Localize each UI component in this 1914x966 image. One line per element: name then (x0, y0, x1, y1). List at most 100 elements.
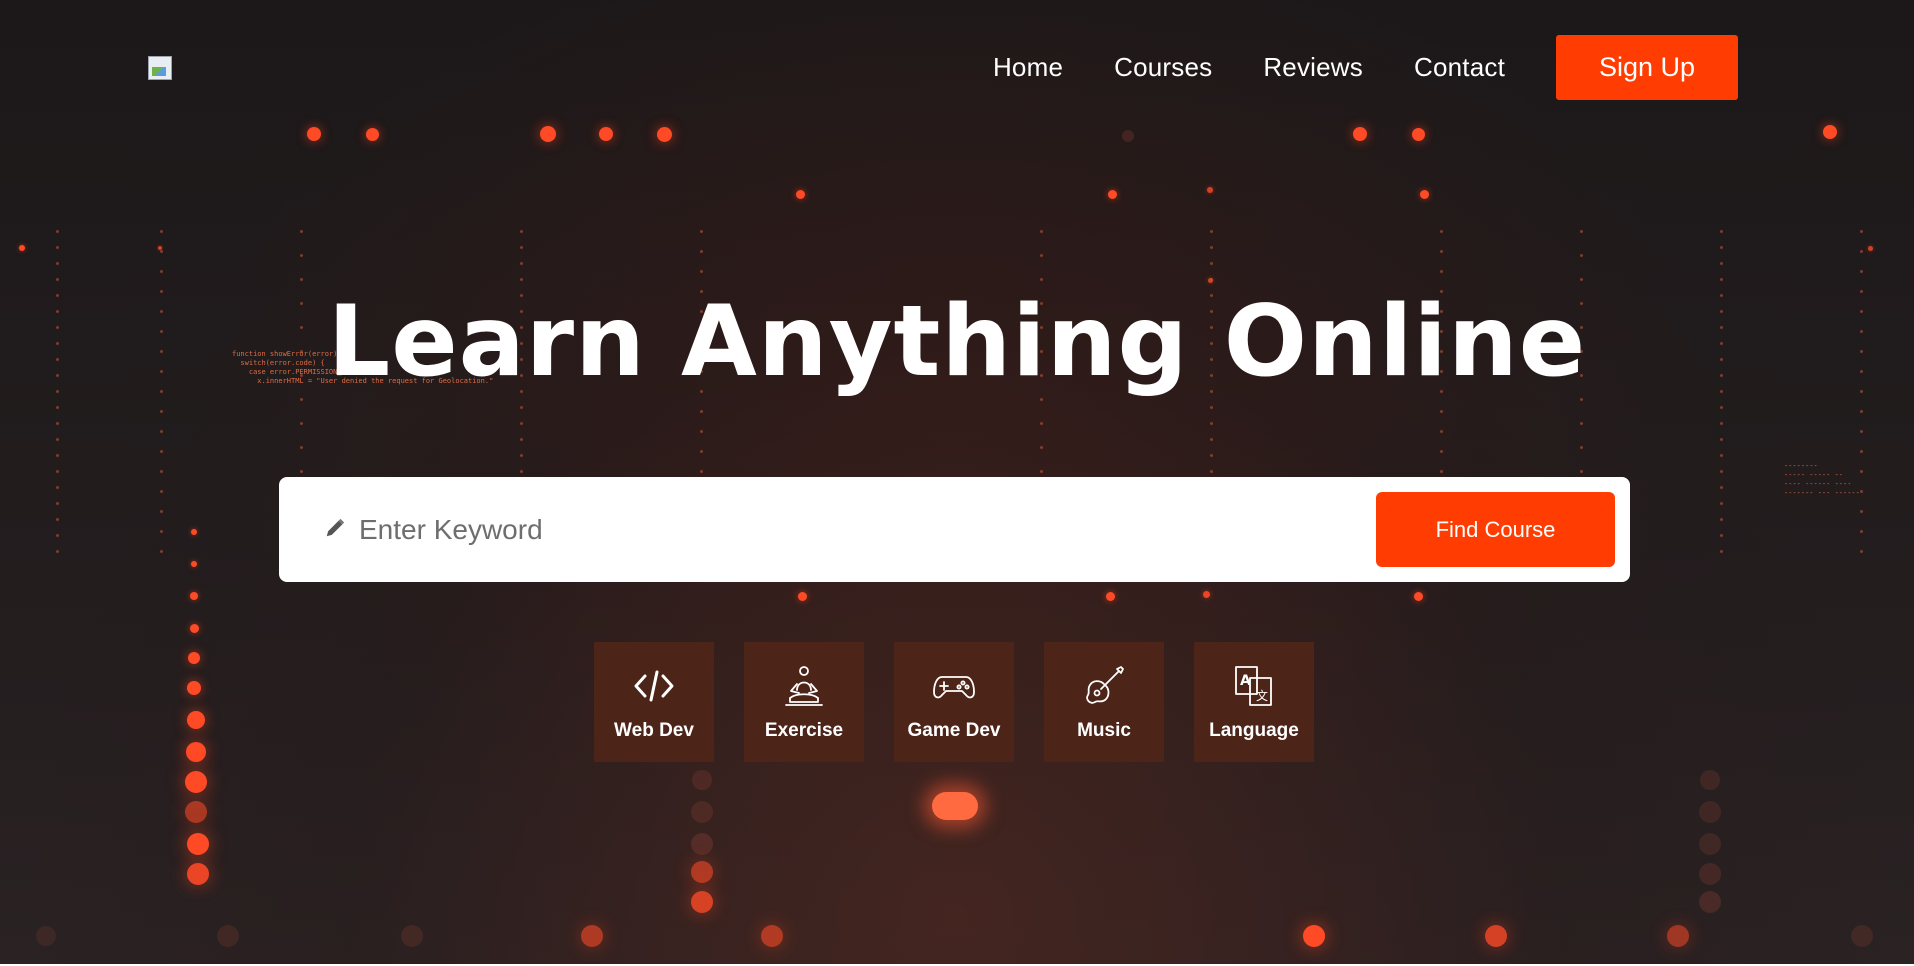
code-snippet-decoration: -------- ----- ----- -- ---- ------ ----… (1784, 462, 1860, 497)
streak-dot (56, 470, 59, 473)
glow-dot (1411, 127, 1425, 141)
streak-dot (160, 270, 163, 273)
streak-dot (1720, 262, 1723, 265)
streak-dot (700, 450, 703, 453)
glow-dot (1105, 591, 1115, 601)
streak-dot (56, 534, 59, 537)
translate-icon: A 文 (1235, 666, 1272, 706)
streak-dot (1720, 246, 1723, 249)
streak-dot (1720, 438, 1723, 441)
streak-dot (1860, 470, 1863, 473)
streak-dot (1440, 230, 1443, 233)
glow-dot (187, 681, 201, 695)
streak-dot (56, 230, 59, 233)
streak-dot (1040, 254, 1043, 257)
nav-link-courses[interactable]: Courses (1114, 52, 1212, 83)
streak-dot (300, 422, 303, 425)
glow-dot (1303, 925, 1325, 947)
streak-dot (56, 246, 59, 249)
streak-dot (1210, 454, 1213, 457)
code-icon (634, 670, 674, 702)
glow-dot (401, 925, 423, 947)
glow-dot (217, 925, 239, 947)
streak-dot (1040, 230, 1043, 233)
streak-dot (700, 250, 703, 253)
glow-dot (186, 742, 206, 762)
streak-dot (1040, 278, 1043, 281)
streak-dot (1210, 470, 1213, 473)
streak-dot (56, 422, 59, 425)
streak-dot (1440, 470, 1443, 473)
streak-dot (1860, 550, 1863, 553)
streak-dot (1210, 422, 1213, 425)
glow-dot (1851, 925, 1873, 947)
streak-dot (520, 422, 523, 425)
streak-dot (160, 510, 163, 513)
glow-dot (187, 711, 205, 729)
streak-dot (1720, 422, 1723, 425)
streak-dot (160, 410, 163, 413)
category-exercise[interactable]: Exercise (744, 642, 864, 762)
streak-dot (1210, 246, 1213, 249)
streak-dot (1860, 530, 1863, 533)
streak-dot (1860, 230, 1863, 233)
search-bar: Find Course (279, 477, 1630, 582)
keyword-input[interactable] (357, 503, 1321, 557)
streak-dot (56, 438, 59, 441)
streak-dot (1720, 278, 1723, 281)
glow-dot (185, 801, 207, 823)
streak-dot (1580, 254, 1583, 257)
glow-dot (1207, 187, 1213, 193)
category-language[interactable]: A 文 Language (1194, 642, 1314, 762)
glow-dot (761, 925, 783, 947)
glow-dot (1485, 925, 1507, 947)
streak-dot (160, 550, 163, 553)
nav-link-home[interactable]: Home (993, 52, 1063, 83)
category-web-dev[interactable]: Web Dev (594, 642, 714, 762)
category-label: Web Dev (614, 720, 694, 741)
streak-dot (1720, 406, 1723, 409)
guitar-icon (1086, 666, 1124, 704)
streak-dot (56, 518, 59, 521)
sign-up-button[interactable]: Sign Up (1556, 35, 1738, 100)
streak-dot (520, 454, 523, 457)
category-list: Web Dev Exercise Game Dev Music A 文 Lang… (594, 642, 1314, 762)
streak-dot (1210, 438, 1213, 441)
streak-dot (1580, 470, 1583, 473)
glow-dot (187, 863, 209, 885)
streak-dot (1210, 262, 1213, 265)
streak-dot (1720, 454, 1723, 457)
glow-dot (692, 770, 712, 790)
streak-dot (520, 470, 523, 473)
streak-dot (1720, 486, 1723, 489)
streak-dot (56, 454, 59, 457)
streak-dot (1580, 422, 1583, 425)
pencil-icon (326, 518, 345, 537)
glow-decoration (932, 792, 978, 820)
glow-dot (190, 592, 198, 600)
category-game-dev[interactable]: Game Dev (894, 642, 1014, 762)
hero-title: Learn Anything Online (327, 285, 1587, 399)
streak-dot (1860, 270, 1863, 273)
svg-text:A: A (1240, 673, 1251, 689)
streak-dot (1440, 250, 1443, 253)
streak-dot (1040, 470, 1043, 473)
streak-dot (160, 250, 163, 253)
site-logo[interactable] (148, 56, 172, 80)
nav-link-contact[interactable]: Contact (1414, 52, 1505, 83)
streak-dot (1580, 230, 1583, 233)
category-music[interactable]: Music (1044, 642, 1164, 762)
glow-dot (36, 926, 56, 946)
glow-dot (185, 771, 207, 793)
glow-dot (691, 833, 713, 855)
streak-dot (1860, 510, 1863, 513)
nav-link-reviews[interactable]: Reviews (1263, 52, 1363, 83)
streak-dot (1860, 410, 1863, 413)
glow-dot (1823, 125, 1837, 139)
glow-dot (795, 189, 805, 199)
find-course-button[interactable]: Find Course (1376, 492, 1615, 567)
streak-dot (160, 230, 163, 233)
hero-section: function showError(error) { switch(error… (0, 0, 1914, 964)
glow-dot (540, 126, 556, 142)
streak-dot (300, 470, 303, 473)
